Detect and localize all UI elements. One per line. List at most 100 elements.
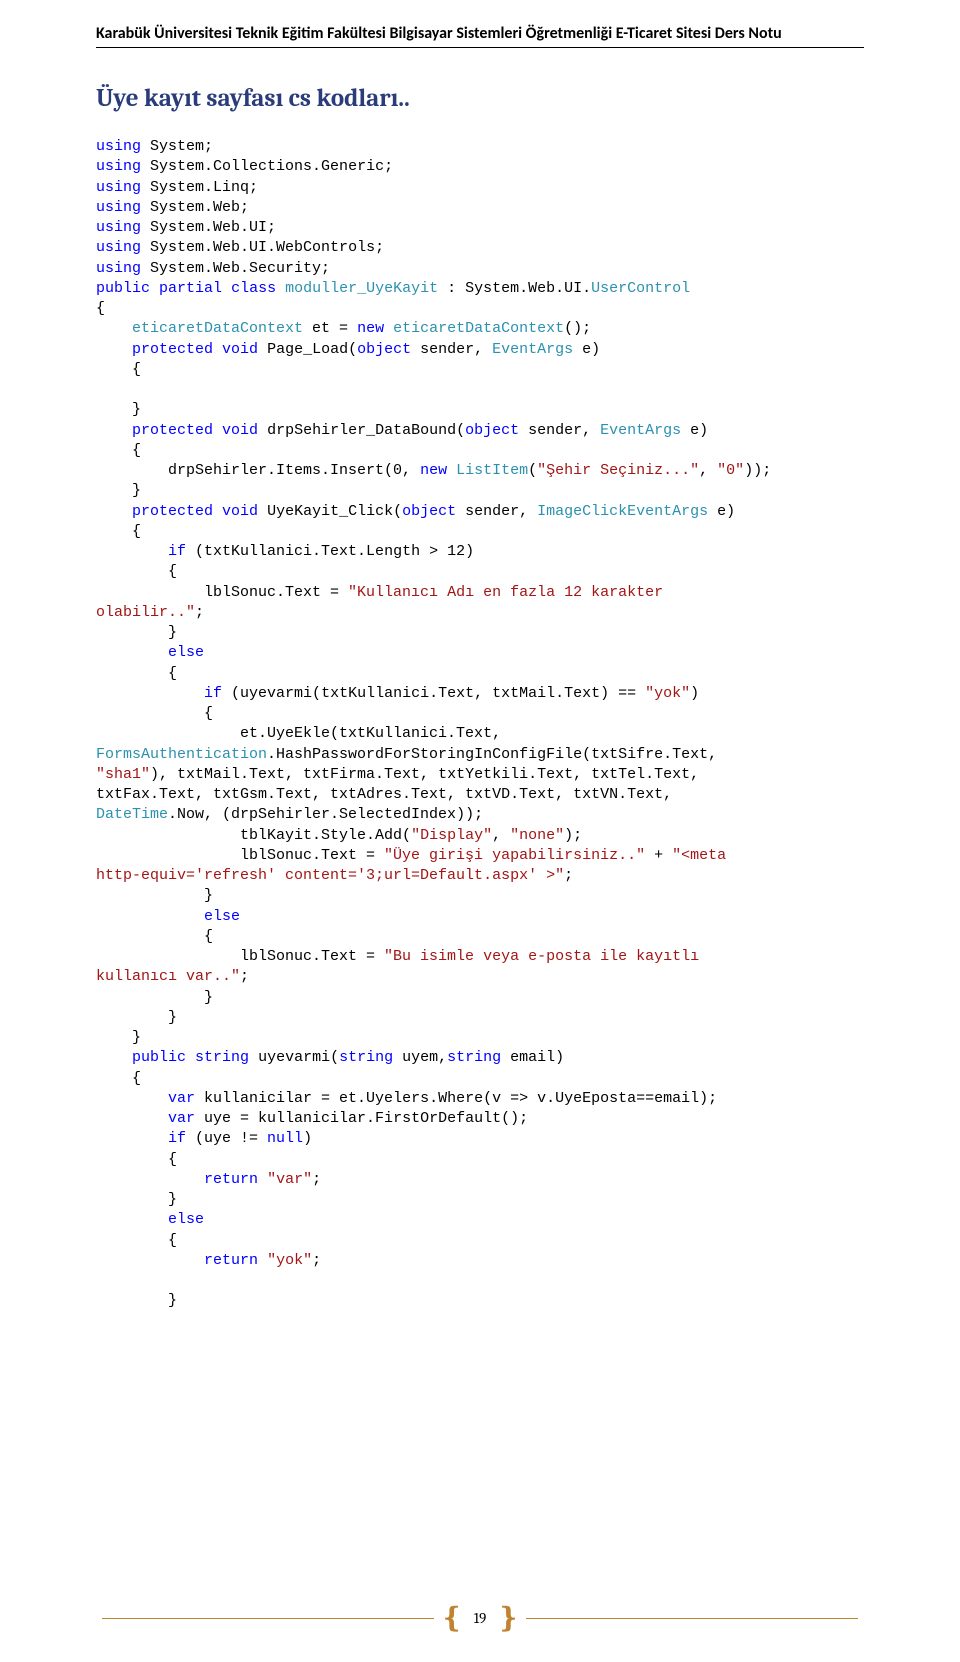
kw: using <box>96 179 141 196</box>
kw: else <box>168 1211 204 1228</box>
kw: null <box>267 1130 303 1147</box>
txt: ; <box>240 968 249 985</box>
kw: void <box>222 503 258 520</box>
type: ImageClickEventArgs <box>537 503 708 520</box>
brace: } <box>132 401 141 418</box>
brace: { <box>168 1151 177 1168</box>
txt: .HashPasswordForStoringInConfigFile(txtS… <box>267 746 726 763</box>
brace: { <box>132 523 141 540</box>
ns: System.Web; <box>150 199 249 216</box>
txt: txtFax.Text, txtGsm.Text, txtAdres.Text,… <box>96 786 681 803</box>
type: moduller_UyeKayit <box>285 280 438 297</box>
str: "Kullanıcı Adı en fazla 12 karakter <box>348 584 672 601</box>
footer-brace-right-icon: ❵ <box>496 1604 519 1632</box>
txt: , <box>492 827 510 844</box>
kw: using <box>96 239 141 256</box>
kw: var <box>168 1090 195 1107</box>
type: eticaretDataContext <box>132 320 303 337</box>
ns: System.Web.UI.WebControls; <box>150 239 384 256</box>
txt: + <box>645 847 672 864</box>
ns: System.Web.UI; <box>150 219 276 236</box>
str: "0" <box>717 462 744 479</box>
txt: : System.Web.UI. <box>438 280 591 297</box>
brace: { <box>132 1070 141 1087</box>
type: EventArgs <box>600 422 681 439</box>
txt: )); <box>744 462 771 479</box>
txt: ) <box>303 1130 312 1147</box>
brace: } <box>168 1292 177 1309</box>
txt: lblSonuc.Text = <box>96 948 384 965</box>
txt: tblKayit.Style.Add( <box>96 827 411 844</box>
kw: new <box>420 462 447 479</box>
kw: if <box>204 685 222 702</box>
kw: string <box>195 1049 249 1066</box>
section-title: Üye kayıt sayfası cs kodları.. <box>96 84 864 113</box>
brace: } <box>168 624 177 641</box>
kw: using <box>96 199 141 216</box>
brace: } <box>204 989 213 1006</box>
type: DateTime <box>96 806 168 823</box>
brace: } <box>132 1029 141 1046</box>
brace: { <box>168 563 177 580</box>
kw: protected <box>132 503 213 520</box>
kw: object <box>357 341 411 358</box>
brace: { <box>168 665 177 682</box>
str: http-equiv='refresh' content='3;url=Defa… <box>96 867 564 884</box>
txt: lblSonuc.Text = <box>96 847 384 864</box>
kw: public <box>96 280 150 297</box>
txt: ; <box>312 1252 321 1269</box>
kw: string <box>447 1049 501 1066</box>
brace: { <box>168 1232 177 1249</box>
str: "yok" <box>267 1252 312 1269</box>
kw: void <box>222 341 258 358</box>
ns: System.Collections.Generic; <box>150 158 393 175</box>
txt: email) <box>501 1049 564 1066</box>
kw: partial <box>159 280 222 297</box>
str: "Üye girişi yapabilirsiniz.." <box>384 847 645 864</box>
brace: } <box>204 887 213 904</box>
footer-rule-right <box>526 1618 858 1619</box>
kw: if <box>168 543 186 560</box>
txt: .Now, (drpSehirler.SelectedIndex)); <box>168 806 483 823</box>
brace: { <box>132 442 141 459</box>
str: "Bu isimle veya e-posta ile kayıtlı <box>384 948 708 965</box>
txt: sender, <box>519 422 600 439</box>
footer-rule-left <box>102 1618 434 1619</box>
txt: Page_Load( <box>258 341 357 358</box>
txt: e) <box>708 503 735 520</box>
type: UserControl <box>591 280 690 297</box>
page-number: 19 <box>472 1609 489 1627</box>
brace: { <box>96 300 105 317</box>
kw: new <box>357 320 384 337</box>
txt: ); <box>564 827 582 844</box>
txt: ), txtMail.Text, txtFirma.Text, txtYetki… <box>150 766 708 783</box>
kw: void <box>222 422 258 439</box>
brace: { <box>204 928 213 945</box>
kw: protected <box>132 341 213 358</box>
txt: , <box>699 462 717 479</box>
kw: string <box>339 1049 393 1066</box>
brace: } <box>168 1191 177 1208</box>
brace: } <box>168 1009 177 1026</box>
txt: ; <box>564 867 573 884</box>
str: olabilir.." <box>96 604 195 621</box>
str: "sha1" <box>96 766 150 783</box>
kw: return <box>204 1171 258 1188</box>
kw: using <box>96 138 141 155</box>
kw: using <box>96 219 141 236</box>
txt: e) <box>681 422 708 439</box>
kw: object <box>465 422 519 439</box>
kw: public <box>132 1049 186 1066</box>
str: "<meta <box>672 847 735 864</box>
txt: kullanicilar = et.Uyelers.Where(v => v.U… <box>195 1090 717 1107</box>
brace: } <box>132 482 141 499</box>
type: FormsAuthentication <box>96 746 267 763</box>
type: EventArgs <box>492 341 573 358</box>
type: eticaretDataContext <box>393 320 564 337</box>
str: "var" <box>267 1171 312 1188</box>
txt: uye = kullanicilar.FirstOrDefault(); <box>195 1110 528 1127</box>
str: "Şehir Seçiniz..." <box>537 462 699 479</box>
str: "yok" <box>645 685 690 702</box>
kw: class <box>231 280 276 297</box>
txt: et.UyeEkle(txtKullanici.Text, <box>96 725 510 742</box>
